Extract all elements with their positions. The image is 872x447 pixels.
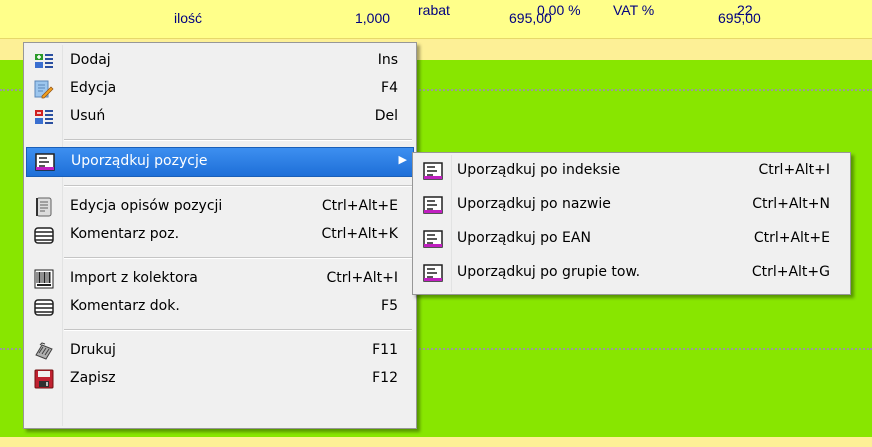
add-row-icon xyxy=(34,51,54,71)
submenu-item-label: Uporządkuj po EAN xyxy=(457,230,591,246)
menu-item-shortcut: Ctrl+Alt+I xyxy=(326,270,398,286)
menu-item-label: Usuń xyxy=(70,108,106,124)
submenu-item-po-nazwie[interactable]: Uporządkuj po nazwie Ctrl+Alt+N xyxy=(415,191,848,219)
menu-item-label: Edycja xyxy=(70,80,117,96)
barcode-icon xyxy=(34,269,54,289)
menu-item-shortcut: F5 xyxy=(381,298,398,314)
vat-label: VAT % xyxy=(613,2,655,18)
menu-item-label: Dodaj xyxy=(70,52,111,68)
discount-value: 0,00 % xyxy=(537,2,581,18)
sort-submenu: Uporządkuj po indeksie Ctrl+Alt+I Uporzą… xyxy=(412,152,851,295)
quantity-value: 1,000 xyxy=(355,10,391,26)
menu-item-label: Komentarz poz. xyxy=(70,226,180,242)
menu-item-komentarz-dok[interactable]: Komentarz dok. F5 xyxy=(26,293,414,321)
sort-list-icon xyxy=(423,161,443,181)
menu-item-shortcut: F12 xyxy=(372,370,398,386)
sort-list-icon xyxy=(423,263,443,283)
submenu-item-shortcut: Ctrl+Alt+N xyxy=(752,196,830,212)
menu-separator xyxy=(64,329,412,331)
sort-list-icon xyxy=(423,229,443,249)
menu-item-dodaj[interactable]: Dodaj Ins xyxy=(26,47,414,75)
menu-item-shortcut: Del xyxy=(374,108,398,124)
menu-item-edycja-opisow[interactable]: Edycja opisów pozycji Ctrl+Alt+E xyxy=(26,193,414,221)
submenu-item-po-ean[interactable]: Uporządkuj po EAN Ctrl+Alt+E xyxy=(415,225,848,253)
menu-item-zapisz[interactable]: Zapisz F12 xyxy=(26,365,414,393)
submenu-item-label: Uporządkuj po nazwie xyxy=(457,196,611,212)
menu-item-shortcut: Ins xyxy=(377,52,398,68)
discount-label: rabat xyxy=(418,2,450,18)
submenu-item-shortcut: Ctrl+Alt+E xyxy=(753,230,830,246)
submenu-item-po-indeksie[interactable]: Uporządkuj po indeksie Ctrl+Alt+I xyxy=(415,157,848,185)
submenu-item-label: Uporządkuj po grupie tow. xyxy=(457,264,641,280)
submenu-item-po-grupie[interactable]: Uporządkuj po grupie tow. Ctrl+Alt+G xyxy=(415,259,848,287)
sort-list-icon xyxy=(423,195,443,215)
submenu-arrow-icon: ▶ xyxy=(398,153,407,166)
menu-item-drukuj[interactable]: Drukuj F11 xyxy=(26,337,414,365)
floppy-disk-icon xyxy=(34,369,54,389)
menu-item-shortcut: Ctrl+Alt+K xyxy=(321,226,398,242)
edit-pencil-icon xyxy=(34,79,54,99)
menu-item-label: Uporządkuj pozycje xyxy=(71,153,208,169)
menu-item-shortcut: F4 xyxy=(381,80,398,96)
menu-item-edycja[interactable]: Edycja F4 xyxy=(26,75,414,103)
menu-item-label: Import z kolektora xyxy=(70,270,198,286)
printer-icon xyxy=(34,341,54,361)
submenu-item-label: Uporządkuj po indeksie xyxy=(457,162,621,178)
menu-separator xyxy=(64,139,412,141)
menu-item-shortcut: Ctrl+Alt+E xyxy=(321,198,398,214)
sort-list-icon xyxy=(35,152,55,172)
menu-separator xyxy=(64,257,412,259)
comment-lines-icon xyxy=(34,297,54,317)
quantity-label: ilość xyxy=(174,10,203,26)
menu-item-komentarz-poz[interactable]: Komentarz poz. Ctrl+Alt+K xyxy=(26,221,414,249)
menu-item-uporzadkuj-pozycje[interactable]: Uporządkuj pozycje ▶ xyxy=(26,147,414,177)
menu-item-shortcut: F11 xyxy=(372,342,398,358)
menu-item-label: Drukuj xyxy=(70,342,116,358)
comment-lines-icon xyxy=(34,225,54,245)
menu-item-usun[interactable]: Usuń Del xyxy=(26,103,414,131)
document-edit-icon xyxy=(34,197,54,217)
menu-item-label: Edycja opisów pozycji xyxy=(70,198,223,214)
submenu-item-shortcut: Ctrl+Alt+G xyxy=(751,264,830,280)
menu-item-import-z-kolektora[interactable]: Import z kolektora Ctrl+Alt+I xyxy=(26,265,414,293)
context-menu: Dodaj Ins Edycja F4 Usuń Del Uporządkuj … xyxy=(23,42,417,429)
delete-row-icon xyxy=(34,107,54,127)
bottom-strip xyxy=(0,437,872,447)
menu-separator xyxy=(64,185,412,187)
submenu-item-shortcut: Ctrl+Alt+I xyxy=(758,162,830,178)
menu-item-label: Zapisz xyxy=(70,370,116,386)
vat-value: 22 xyxy=(737,2,753,18)
menu-item-label: Komentarz dok. xyxy=(70,298,180,314)
